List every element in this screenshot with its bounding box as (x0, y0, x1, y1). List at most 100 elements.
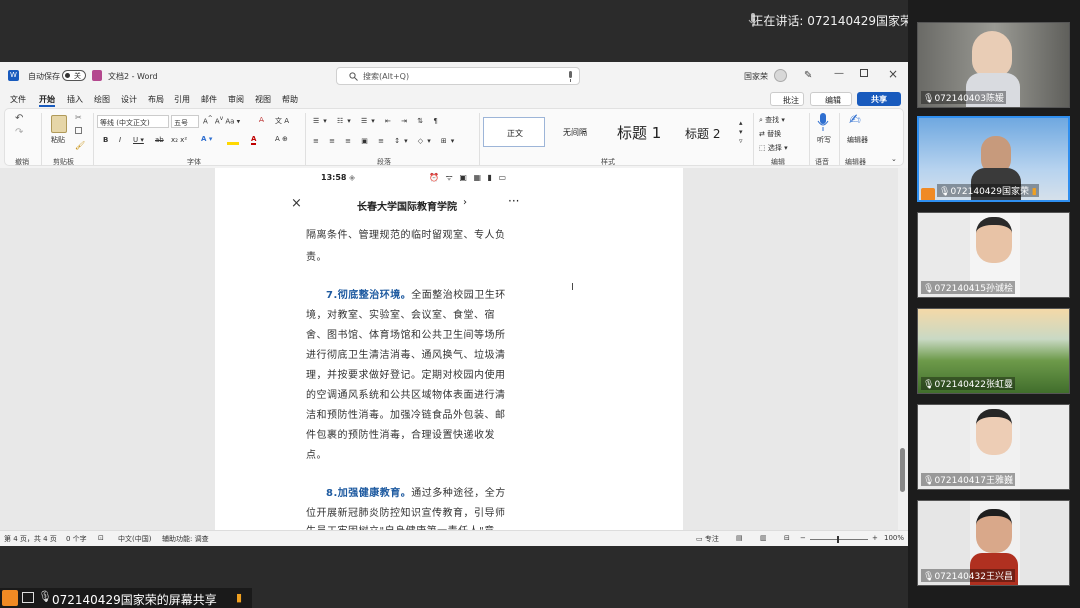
tab-mailings[interactable]: 邮件 (201, 94, 217, 105)
tab-insert[interactable]: 插入 (67, 94, 83, 105)
grow-font-icon[interactable]: A^ Av Aa ▾ (203, 116, 240, 125)
tab-references[interactable]: 引用 (174, 94, 190, 105)
find-button[interactable]: ⌕ 查找 ▾ (759, 115, 785, 125)
autosave-toggle[interactable]: 关 (62, 70, 86, 81)
tab-home[interactable]: 开始 (39, 94, 55, 107)
participant-name: 🎙072140417王雅巍 (921, 473, 1015, 486)
styles-group-label: 样式 (601, 158, 615, 166)
search-placeholder: 搜索(Alt+Q) (363, 72, 410, 81)
tab-help[interactable]: 帮助 (282, 94, 298, 105)
text-line: 舍、图书馆、体育场馆和公共卫生间等场所 (306, 330, 506, 341)
screen-share-icon (22, 592, 34, 603)
close-icon[interactable]: × (888, 67, 898, 81)
pen-icon[interactable]: ✎ (804, 70, 812, 81)
font-color-icon[interactable]: A (251, 135, 257, 145)
text-effects-icon[interactable]: A ▾ (201, 135, 212, 143)
save-icon[interactable] (92, 70, 102, 81)
search-box[interactable]: 搜索(Alt+Q) (336, 67, 580, 85)
undo-group-label: 撤销 (15, 158, 29, 166)
participant-name: 🎙072140429国家荣 ▮ (937, 184, 1039, 197)
clear-format-icon[interactable]: A̶ (259, 116, 264, 124)
collapse-ribbon-icon[interactable]: ⌄ (891, 155, 897, 163)
vertical-scrollbar[interactable] (898, 168, 908, 530)
microphone-icon: 🎙 (38, 590, 52, 603)
align-icons[interactable]: ≡ ≡ ≡ ▣ ≡ ↕▾ ◇▾ ⊞▾ (313, 137, 458, 145)
underline-icon[interactable]: U ▾ (133, 136, 144, 144)
scrollbar-thumb[interactable] (900, 448, 905, 492)
zoom-in-icon[interactable]: + (872, 534, 878, 542)
char-border-icon[interactable]: A ⊕ (275, 135, 288, 143)
comments-button[interactable]: 批注 (770, 92, 804, 106)
toggle-knob (65, 73, 70, 78)
phonetic-icon[interactable]: 文 A (275, 116, 289, 126)
proofing-icon[interactable]: ⊡ (98, 534, 104, 542)
paste-label: 粘贴 (51, 136, 65, 144)
participant-tile[interactable]: 🎙072140432王兴昌 (917, 500, 1070, 586)
styles-scroll-icon[interactable]: ▴ ▾ ▿ (739, 119, 743, 146)
font-size-select[interactable]: 五号 (171, 115, 199, 128)
list-icons[interactable]: ☰▾ ☷▾ ☰▾ ⇤ ⇥ ⇅ ¶ (313, 117, 442, 125)
zoom-slider[interactable] (810, 536, 868, 543)
style-normal[interactable]: 正文 (483, 117, 545, 147)
tab-file[interactable]: 文件 (10, 94, 26, 105)
paragraph-8-first-line: 8.加强健康教育。通过多种途径，全方 (326, 488, 506, 499)
dictate-label: 听写 (817, 136, 831, 144)
text-line: 件包裹的预防性消毒，合理设置快递收发 (306, 430, 495, 441)
participant-name: 🎙072140422张虹曼 (921, 377, 1015, 390)
speaking-indicator: 正在讲话: 072140429国家荣 (751, 14, 912, 28)
print-layout-icon[interactable]: ▥ (760, 534, 767, 542)
select-button[interactable]: ⬚ 选择 ▾ (759, 143, 788, 153)
word-count[interactable]: 0 个字 (66, 534, 87, 544)
dictate-icon[interactable] (817, 113, 829, 131)
minimize-icon[interactable]: — (834, 68, 844, 79)
restore-icon[interactable] (860, 69, 868, 77)
share-button[interactable]: 共享 (857, 92, 901, 106)
font-name-select[interactable]: 等线 (中文正文) (97, 115, 169, 128)
subscript-icon[interactable]: x₂ x² (171, 136, 187, 144)
zoom-level[interactable]: 100% (884, 534, 904, 542)
host-icon (921, 188, 935, 200)
editing-mode-button[interactable]: 编辑 (810, 92, 852, 106)
language-status[interactable]: 中文(中国) (118, 534, 151, 544)
accessibility-status[interactable]: 辅助功能: 调查 (162, 534, 209, 544)
cut-icon[interactable]: ✂ (75, 113, 82, 122)
editor-icon[interactable]: ✍ (849, 112, 861, 128)
paste-icon[interactable] (51, 115, 67, 133)
tab-review[interactable]: 审阅 (228, 94, 244, 105)
strikethrough-icon[interactable]: ab (155, 136, 164, 144)
format-painter-icon[interactable]: 🖌 (75, 141, 85, 150)
participants-panel: 🎙072140403陈媛 🎙072140429国家荣 ▮ 🎙072140415孙… (908, 0, 1080, 608)
style-heading-2[interactable]: 标题 2 (681, 117, 737, 147)
tab-design[interactable]: 设计 (121, 94, 137, 105)
copy-icon[interactable] (75, 127, 82, 134)
participant-tile[interactable]: 🎙072140415孙诚桧 (917, 212, 1070, 298)
dictate-mic-icon[interactable] (567, 71, 574, 82)
participant-tile[interactable]: 🎙072140417王雅巍 (917, 404, 1070, 490)
undo-icon[interactable]: ↶ (15, 113, 23, 124)
style-no-spacing[interactable]: 无间隔 (549, 117, 611, 147)
tab-draw[interactable]: 绘图 (94, 94, 110, 105)
tab-layout[interactable]: 布局 (148, 94, 164, 105)
page-count[interactable]: 第 4 页，共 4 页 (4, 534, 57, 544)
signal-icon: ▮ (1031, 187, 1037, 197)
participant-tile[interactable]: 🎙072140403陈媛 (917, 22, 1070, 108)
participant-tile[interactable]: 🎙072140422张虹曼 (917, 308, 1070, 394)
autosave-label: 自动保存 (28, 72, 60, 81)
participant-video (972, 31, 1012, 77)
tab-view[interactable]: 视图 (255, 94, 271, 105)
bold-icon[interactable]: B (103, 136, 108, 144)
text-line: 的空调通风系统和公共区域物体表面进行清 (306, 390, 506, 401)
highlight-icon[interactable] (227, 136, 239, 145)
read-mode-icon[interactable]: ▤ (736, 534, 743, 542)
zoom-out-icon[interactable]: − (800, 534, 806, 542)
web-layout-icon[interactable]: ⊟ (784, 534, 790, 542)
style-heading-1[interactable]: 标题 1 (613, 117, 677, 147)
avatar[interactable] (774, 69, 787, 82)
participant-tile-active[interactable]: 🎙072140429国家荣 ▮ (917, 116, 1070, 202)
document-page[interactable]: 13:58 ◈ ⏰ ᯤ ▣ ▦ ▮ ▭ × 长春大学国际教育学院 › ··· 隔… (215, 168, 683, 537)
italic-icon[interactable]: I (119, 136, 121, 144)
focus-mode[interactable]: ▭ 专注 (696, 534, 719, 544)
replace-button[interactable]: ⇄ 替换 (759, 129, 781, 139)
zoom-slider-thumb[interactable] (837, 536, 839, 543)
redo-icon[interactable]: ↷ (15, 127, 23, 138)
